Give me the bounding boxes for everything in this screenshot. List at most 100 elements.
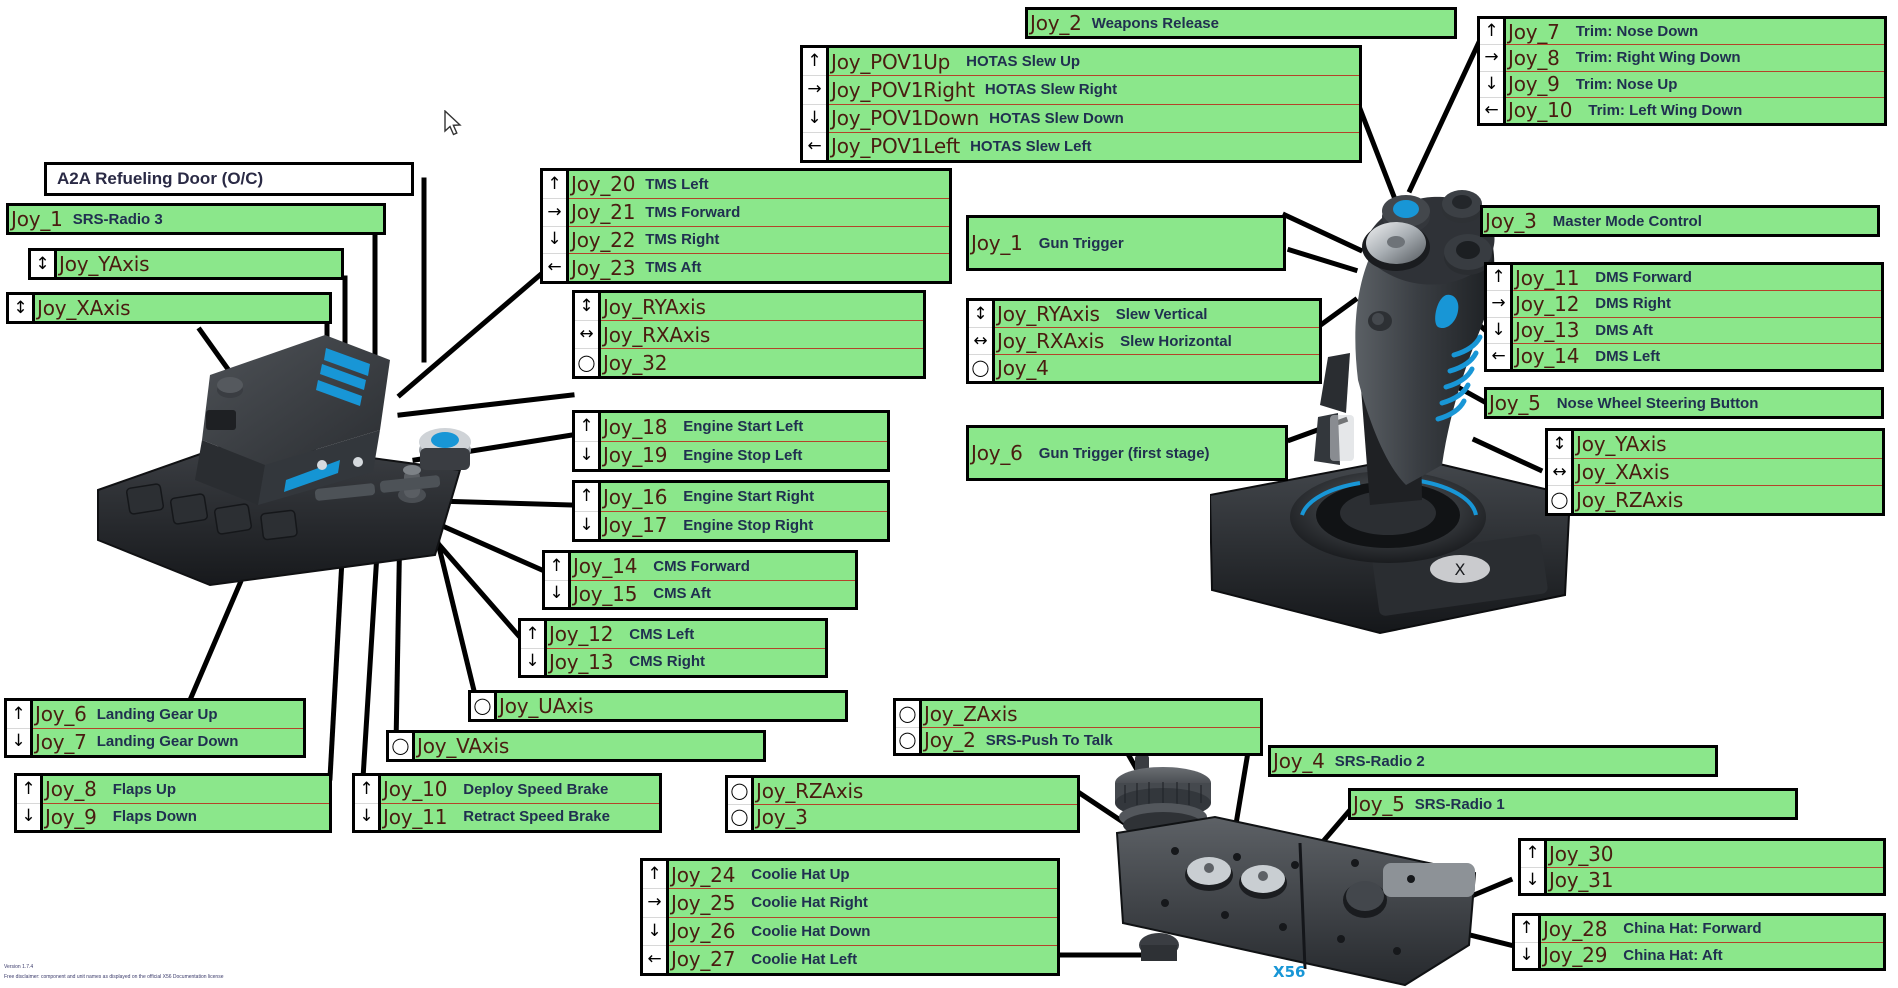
callout-pov1-hotas-slew[interactable]: ↑ → ↓ ← Joy_POV1Up HOTAS Slew Up Joy_POV… [800, 45, 1362, 163]
table-row: Joy_11 Retract Speed Brake [381, 803, 659, 830]
callout-engine-left[interactable]: ↑ ↓ Joy_18 Engine Start Left Joy_19 Engi… [572, 410, 890, 472]
binding-desc: Engine Stop Right [683, 516, 814, 534]
binding-desc: Master Mode Control [1552, 212, 1702, 230]
callout-cms-forward-aft[interactable]: ↑ ↓ Joy_14 CMS Forward Joy_15 CMS Aft [542, 550, 858, 610]
rows: Joy_ZAxis Joy_2 SRS-Push To Talk [922, 701, 1260, 753]
callout-speed-brake[interactable]: ↑ ↓ Joy_10 Deploy Speed Brake Joy_11 Ret… [352, 773, 662, 833]
binding-desc: China Hat: Aft [1623, 946, 1723, 964]
table-row: Joy_2 SRS-Push To Talk [922, 727, 1260, 753]
callout-china-hat[interactable]: ↑ ↓ Joy_28 China Hat: Forward Joy_29 Chi… [1512, 913, 1886, 971]
table-row: Joy_XAxis [35, 295, 329, 321]
binding-desc: HOTAS Slew Left [970, 137, 1092, 155]
callout-joy-zaxis-ptt[interactable]: ◯ ◯ Joy_ZAxis Joy_2 SRS-Push To Talk [893, 698, 1263, 756]
binding-code: Joy_XAxis [37, 296, 131, 320]
rows: Joy_5 SRS-Radio 1 [1351, 791, 1795, 817]
table-row: Joy_12 DMS Right [1513, 291, 1881, 318]
callout-trim[interactable]: ↑ → ↓ ← Joy_7 Trim: Nose Down Joy_8 Trim… [1477, 16, 1887, 126]
rows: Joy_8 Flaps Up Joy_9 Flaps Down [43, 776, 329, 830]
binding-code: Joy_14 [573, 554, 638, 579]
binding-code: Joy_15 [573, 581, 638, 606]
callout-joy1-srs-radio3[interactable]: Joy_1 SRS-Radio 3 [6, 203, 386, 235]
rows: Joy_RZAxis Joy_3 [754, 778, 1077, 830]
rows: Joy_1 Gun Trigger [969, 218, 1283, 268]
callout-joy5-srs-radio1[interactable]: Joy_5 SRS-Radio 1 [1348, 788, 1798, 820]
binding-desc: Flaps Up [112, 780, 177, 798]
rotate-icon: ◯ [391, 736, 410, 755]
binding-code: Joy_21 [571, 200, 636, 225]
arrow-column: ↑ → ↓ ← [803, 48, 829, 160]
callout-cms-left-right[interactable]: ↑ ↓ Joy_12 CMS Left Joy_13 CMS Right [518, 618, 828, 678]
arrow-column: ↕ [31, 251, 57, 277]
callout-joy5-nose-wheel-steering[interactable]: Joy_5 Nose Wheel Steering Button [1484, 387, 1884, 419]
callout-landing-gear[interactable]: ↑ ↓ Joy_6 Landing Gear Up Joy_7 Landing … [4, 698, 306, 758]
callout-joy4-srs-radio2[interactable]: Joy_4 SRS-Radio 2 [1268, 745, 1718, 777]
callout-joy6-gun-trigger-first-stage[interactable]: Joy_6 Gun Trigger (first stage) [966, 425, 1288, 481]
table-row: Joy_24 Coolie Hat Up [669, 861, 1057, 890]
table-row: Joy_25 Coolie Hat Right [669, 889, 1057, 918]
binding-code: Joy_VAxis [417, 734, 510, 758]
callout-joy-xaxis-throttle[interactable]: ↕ Joy_XAxis [6, 292, 332, 324]
rows: Joy_RYAxis Joy_RXAxis Joy_32 [601, 293, 923, 376]
binding-desc: China Hat: Forward [1623, 920, 1762, 938]
binding-code: Joy_18 [603, 414, 668, 439]
table-row: Joy_RZAxis [754, 778, 1077, 805]
binding-code: Joy_7 [35, 729, 87, 754]
updown-arrow-icon: ↕ [969, 301, 992, 328]
callout-throttle-slew-axes[interactable]: ↕ ↔ ◯ Joy_RYAxis Joy_RXAxis Joy_32 [572, 290, 926, 379]
binding-desc: Nose Wheel Steering Button [1556, 394, 1759, 412]
callout-stick-slew-axes[interactable]: ↕ ↔ ◯ Joy_RYAxis Slew Vertical Joy_RXAxi… [966, 298, 1322, 384]
table-row: Joy_22 TMS Right [569, 226, 949, 255]
table-row: Joy_9 Trim: Nose Up [1506, 71, 1884, 98]
binding-code: Joy_XAxis [1576, 460, 1670, 484]
binding-code: Joy_3 [1485, 209, 1537, 233]
callout-joy-vaxis[interactable]: ◯ Joy_VAxis [386, 730, 766, 762]
binding-code: Joy_5 [1489, 391, 1541, 415]
arrow-column: ↑ ↓ [521, 621, 547, 675]
binding-code: Joy_RXAxis [603, 322, 711, 347]
left-arrow-icon: ← [547, 257, 562, 278]
rotate-icon: ◯ [577, 352, 596, 372]
table-row: Joy_RXAxis [601, 321, 923, 349]
rows: Joy_30 Joy_31 [1547, 841, 1883, 893]
table-row: Joy_21 TMS Forward [569, 198, 949, 227]
binding-desc: SRS-Radio 3 [72, 210, 163, 228]
rows: Joy_6 Landing Gear Up Joy_7 Landing Gear… [33, 701, 303, 755]
arrow-column: ↕ ↔ ◯ [1548, 431, 1574, 513]
table-row: Joy_POV1Down HOTAS Slew Down [829, 104, 1359, 133]
footer-version: Version 1.7.4 [4, 964, 34, 970]
binding-code: Joy_4 [997, 356, 1049, 380]
binding-code: Joy_7 [1508, 19, 1560, 44]
binding-desc: Slew Vertical [1115, 305, 1208, 323]
callout-coolie-hat[interactable]: ↑ → ↓ ← Joy_24 Coolie Hat Up Joy_25 Cool… [640, 858, 1060, 976]
callout-joy-yaxis-throttle[interactable]: ↕ Joy_YAxis [28, 248, 344, 280]
callout-dms[interactable]: ↑ → ↓ ← Joy_11 DMS Forward Joy_12 DMS Ri… [1484, 262, 1884, 372]
binding-code: Joy_12 [1515, 291, 1580, 316]
callout-flaps[interactable]: ↑ ↓ Joy_8 Flaps Up Joy_9 Flaps Down [14, 773, 332, 833]
callout-a2a-refueling-door[interactable]: A2A Refueling Door (O/C) [44, 162, 414, 196]
callout-engine-right[interactable]: ↑ ↓ Joy_16 Engine Start Right Joy_17 Eng… [572, 480, 890, 542]
binding-code: Joy_8 [1508, 45, 1560, 70]
rows: Joy_3 Master Mode Control [1483, 208, 1877, 234]
callout-joy3-master-mode-control[interactable]: Joy_3 Master Mode Control [1480, 205, 1880, 237]
binding-code: Joy_11 [383, 804, 448, 829]
callout-joy-rzaxis-joy3[interactable]: ◯ ◯ Joy_RZAxis Joy_3 [725, 775, 1080, 833]
rows: Joy_5 Nose Wheel Steering Button [1487, 390, 1881, 416]
callout-stick-axes[interactable]: ↕ ↔ ◯ Joy_YAxis Joy_XAxis Joy_RZAxis [1545, 428, 1885, 516]
leftright-arrow-icon: ↔ [575, 321, 598, 349]
arrow-column: ↑ ↓ [17, 776, 43, 830]
callout-joy30-joy31[interactable]: ↑ ↓ Joy_30 Joy_31 [1518, 838, 1886, 896]
table-row: Joy_2 Weapons Release [1028, 10, 1454, 36]
updown-arrow-icon: ↕ [1548, 431, 1571, 459]
binding-code: Joy_26 [671, 919, 736, 944]
arrow-column: ◯ ◯ [896, 701, 922, 753]
rows: Joy_16 Engine Start Right Joy_17 Engine … [601, 483, 887, 539]
binding-code: Joy_RYAxis [997, 302, 1100, 326]
callout-tms[interactable]: ↑ → ↓ ← Joy_20 TMS Left Joy_21 TMS Forwa… [540, 168, 952, 284]
callout-joy-uaxis[interactable]: ◯ Joy_UAxis [468, 690, 848, 722]
table-row: Joy_13 DMS Aft [1513, 317, 1881, 344]
binding-desc: Weapons Release [1091, 14, 1219, 32]
callout-joy1-gun-trigger[interactable]: Joy_1 Gun Trigger [966, 215, 1286, 271]
callout-joy2-weapons-release[interactable]: Joy_2 Weapons Release [1025, 7, 1457, 39]
throttle-hardware-image [97, 335, 471, 587]
rotate-icon: ◯ [473, 696, 492, 715]
